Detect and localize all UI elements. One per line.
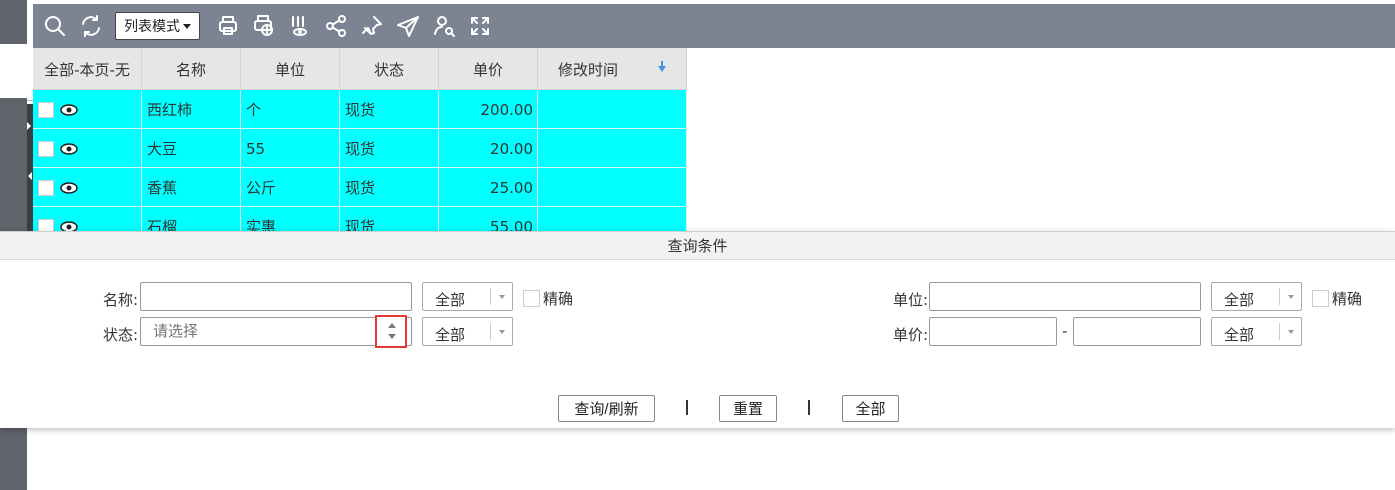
table-row[interactable]: 西红柿 个 现货 200.00 xyxy=(33,90,687,129)
row-checkbox[interactable] xyxy=(38,101,54,118)
row-controls xyxy=(33,168,142,207)
user-search-icon[interactable] xyxy=(432,14,456,38)
status-select[interactable] xyxy=(140,317,412,346)
price-to-input[interactable] xyxy=(1073,317,1201,346)
price-scope-select[interactable]: 全部 xyxy=(1211,317,1302,346)
cell-unit: 公斤 xyxy=(241,168,340,207)
collapse-left-icon[interactable] xyxy=(28,172,32,180)
print-add-icon[interactable] xyxy=(252,14,276,38)
chevron-down-icon[interactable] xyxy=(1288,330,1294,334)
status-scope-select[interactable]: 全部 xyxy=(422,317,513,346)
combo-separator xyxy=(490,288,491,305)
cell-name: 香蕉 xyxy=(142,168,241,207)
header-status[interactable]: 状态 xyxy=(340,48,439,90)
cell-modified xyxy=(538,129,687,168)
view-mode-select[interactable]: 列表模式 xyxy=(115,12,200,40)
cell-price: 20.00 xyxy=(439,129,538,168)
price-scope-value: 全部 xyxy=(1224,326,1255,344)
expand-right-icon[interactable] xyxy=(27,122,31,130)
query-panel: 查询条件 名称: 全部 精确 单位: 全部 精确 状态: 请选择 全部 单价: … xyxy=(0,231,1395,428)
eye-icon[interactable] xyxy=(60,179,78,197)
cell-unit: 个 xyxy=(241,90,340,129)
cell-unit: 55 xyxy=(241,129,340,168)
cell-modified xyxy=(538,168,687,207)
pin-icon[interactable] xyxy=(360,14,384,38)
cell-price: 25.00 xyxy=(439,168,538,207)
row-controls xyxy=(33,90,142,129)
grid-header: 全部-本页-无 名称 单位 状态 单价 修改时间 xyxy=(33,48,687,90)
chevron-down-icon[interactable] xyxy=(499,330,505,334)
header-select-scope[interactable]: 全部-本页-无 xyxy=(33,48,142,90)
name-input[interactable] xyxy=(140,282,412,311)
chevron-down-icon xyxy=(183,23,191,29)
name-scope-value: 全部 xyxy=(435,291,466,309)
unit-scope-value: 全部 xyxy=(1224,291,1255,309)
data-grid: 全部-本页-无 名称 单位 状态 单价 修改时间 西红柿 个 现货 200.00 xyxy=(33,48,687,246)
view-mode-label: 列表模式 xyxy=(124,19,180,35)
share-icon[interactable] xyxy=(324,14,348,38)
name-exact-label: 精确 xyxy=(543,290,574,308)
query-panel-title: 查询条件 xyxy=(0,232,1395,260)
chevron-down-icon[interactable] xyxy=(499,295,505,299)
table-row[interactable]: 大豆 55 现货 20.00 xyxy=(33,129,687,168)
send-icon[interactable] xyxy=(396,14,420,38)
status-label: 状态: xyxy=(102,326,138,344)
name-scope-select[interactable]: 全部 xyxy=(422,282,513,311)
left-rail-gap xyxy=(0,44,27,98)
combo-separator xyxy=(490,323,491,340)
reset-button[interactable]: 重置 xyxy=(719,395,777,422)
unit-input[interactable] xyxy=(929,282,1201,311)
header-name[interactable]: 名称 xyxy=(142,48,241,90)
name-label: 名称: xyxy=(102,291,138,309)
price-from-input[interactable] xyxy=(929,317,1057,346)
button-separator xyxy=(686,400,688,415)
cell-price: 200.00 xyxy=(439,90,538,129)
page: 列表模式 全部-本页-无 名称 单位 状态 单价 修改时间 西红柿 个 现货 2… xyxy=(0,0,1395,490)
price-range-separator: - xyxy=(1062,322,1068,340)
search-icon[interactable] xyxy=(43,14,67,38)
cell-name: 西红柿 xyxy=(142,90,241,129)
refresh-icon[interactable] xyxy=(79,14,103,38)
unit-exact-label: 精确 xyxy=(1332,290,1363,308)
header-modified-label: 修改时间 xyxy=(557,60,618,79)
eye-icon[interactable] xyxy=(60,140,78,158)
combo-separator xyxy=(1279,288,1280,305)
print-icon[interactable] xyxy=(216,14,240,38)
unit-label: 单位: xyxy=(892,291,928,309)
unit-exact-checkbox[interactable]: 精确 xyxy=(1312,288,1362,309)
cell-status: 现货 xyxy=(340,90,439,129)
chevron-up-icon[interactable] xyxy=(388,323,396,328)
combo-separator xyxy=(1279,323,1280,340)
all-button[interactable]: 全部 xyxy=(842,395,899,422)
header-modified[interactable]: 修改时间 xyxy=(538,48,687,90)
query-refresh-button[interactable]: 查询/刷新 xyxy=(558,395,655,422)
row-controls xyxy=(33,129,142,168)
cell-status: 现货 xyxy=(340,168,439,207)
column-view-icon[interactable] xyxy=(288,14,312,38)
fullscreen-icon[interactable] xyxy=(468,14,492,38)
table-row[interactable]: 香蕉 公斤 现货 25.00 xyxy=(33,168,687,207)
checkbox-box[interactable] xyxy=(1312,290,1329,307)
cell-status: 现货 xyxy=(340,129,439,168)
name-exact-checkbox[interactable]: 精确 xyxy=(523,288,573,309)
row-checkbox[interactable] xyxy=(38,140,54,157)
price-label: 单价: xyxy=(892,326,928,344)
sort-down-icon[interactable] xyxy=(658,61,666,72)
status-spinner[interactable] xyxy=(375,315,407,348)
header-unit[interactable]: 单位 xyxy=(241,48,340,90)
cell-modified xyxy=(538,90,687,129)
checkbox-box[interactable] xyxy=(523,290,540,307)
header-price[interactable]: 单价 xyxy=(439,48,538,90)
unit-scope-select[interactable]: 全部 xyxy=(1211,282,1302,311)
chevron-down-icon[interactable] xyxy=(1288,295,1294,299)
eye-icon[interactable] xyxy=(60,101,78,119)
cell-name: 大豆 xyxy=(142,129,241,168)
row-checkbox[interactable] xyxy=(38,179,54,196)
status-scope-value: 全部 xyxy=(435,326,466,344)
toolbar: 列表模式 xyxy=(33,4,1395,48)
button-separator xyxy=(808,400,810,415)
chevron-down-icon[interactable] xyxy=(388,334,396,339)
